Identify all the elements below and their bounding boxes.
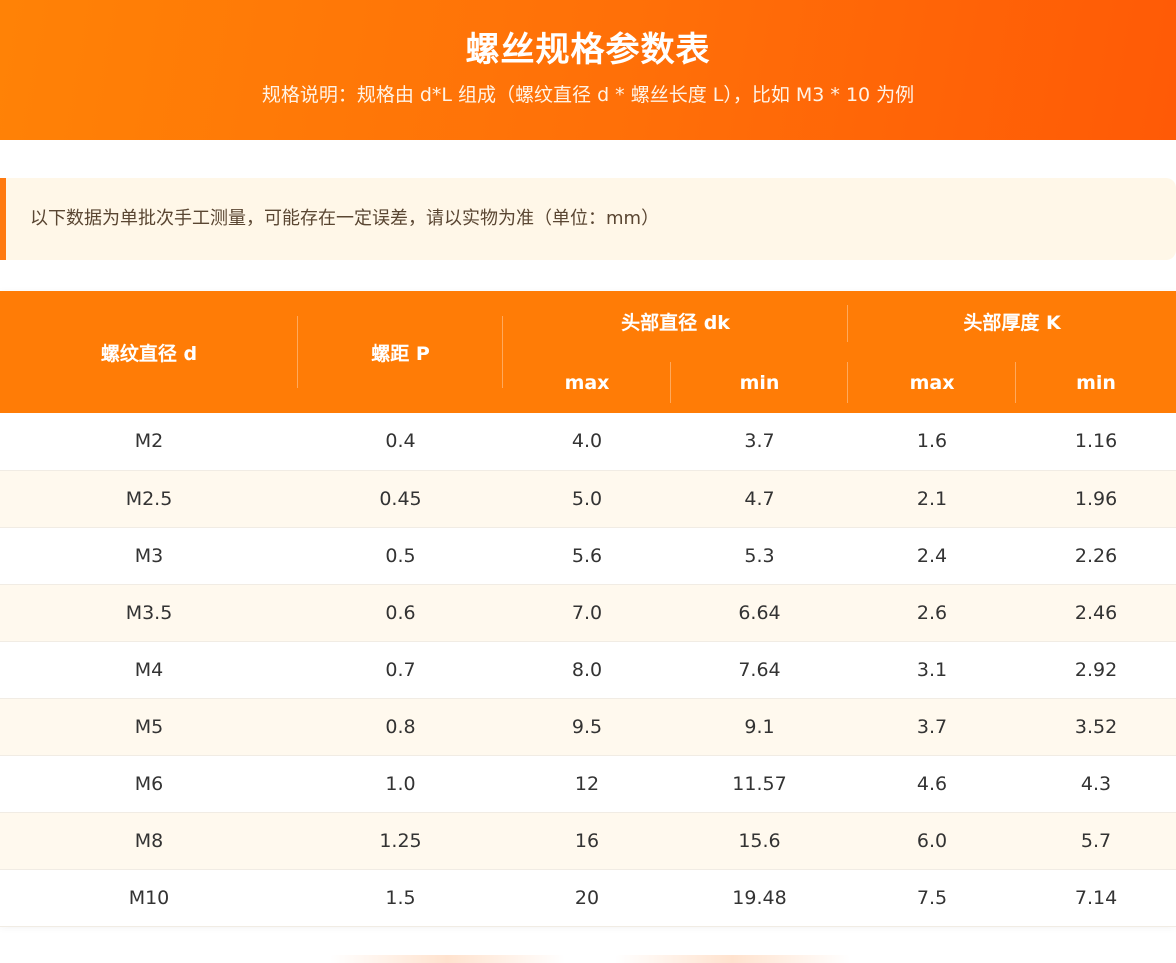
- cell-dk-max: 5.6: [503, 527, 671, 585]
- cell-k-max: 3.7: [848, 698, 1017, 756]
- cell-thread-diameter: M3.5: [0, 584, 298, 642]
- cell-pitch: 1.25: [298, 812, 503, 870]
- header-k-min: min: [1016, 352, 1176, 413]
- table-row: M8 1.25 16 15.6 6.0 5.7: [0, 812, 1176, 870]
- cell-pitch: 0.45: [298, 470, 503, 528]
- cell-k-max: 2.1: [848, 470, 1017, 528]
- page-subtitle: 规格说明：规格由 d*L 组成（螺纹直径 d * 螺丝长度 L），比如 M3 *…: [261, 84, 915, 106]
- header-head-thickness-label: 头部厚度 K: [963, 312, 1061, 334]
- measurement-notice: 以下数据为单批次手工测量，可能存在一定误差，请以实物为准（单位：mm）: [0, 178, 1176, 260]
- cell-k-min: 4.3: [1016, 755, 1176, 813]
- page-title: 螺丝规格参数表: [465, 30, 711, 70]
- table-row: M10 1.5 20 19.48 7.5 7.14: [0, 869, 1176, 927]
- table-row: M3 0.5 5.6 5.3 2.4 2.26: [0, 527, 1176, 585]
- cell-k-min: 2.92: [1016, 641, 1176, 699]
- cell-thread-diameter: M8: [0, 812, 298, 870]
- header-k-max: max: [848, 352, 1017, 413]
- cell-pitch: 0.4: [298, 413, 503, 471]
- cell-dk-max: 16: [503, 812, 671, 870]
- spec-table-body: M2 0.4 4.0 3.7 1.6 1.16 M2.5 0.45 5.0 4.…: [0, 413, 1176, 927]
- cell-k-min: 2.26: [1016, 527, 1176, 585]
- cell-pitch: 1.0: [298, 755, 503, 813]
- cell-k-min: 1.96: [1016, 470, 1176, 528]
- cell-dk-max: 7.0: [503, 584, 671, 642]
- header-k-min-label: min: [1076, 371, 1116, 394]
- cell-k-min: 1.16: [1016, 413, 1176, 471]
- table-row: M4 0.7 8.0 7.64 3.1 2.92: [0, 641, 1176, 699]
- header-head-diameter: 头部直径 dk: [503, 291, 849, 352]
- cell-thread-diameter: M10: [0, 869, 298, 927]
- cell-dk-min: 6.64: [671, 584, 849, 642]
- cell-k-min: 7.14: [1016, 869, 1176, 927]
- header-dk-max: max: [503, 352, 671, 413]
- decor-bar: [330, 955, 565, 963]
- header-head-thickness: 头部厚度 K: [848, 291, 1176, 352]
- cell-dk-max: 5.0: [503, 470, 671, 528]
- cell-dk-min: 11.57: [671, 755, 849, 813]
- cell-dk-min: 15.6: [671, 812, 849, 870]
- cell-thread-diameter: M6: [0, 755, 298, 813]
- cell-dk-max: 8.0: [503, 641, 671, 699]
- spec-table: 螺纹直径 d 螺距 P 头部直径 dk 头部厚度 K max min max m…: [0, 291, 1176, 927]
- header-thread-diameter: 螺纹直径 d: [0, 291, 298, 413]
- cell-k-min: 3.52: [1016, 698, 1176, 756]
- cell-dk-min: 19.48: [671, 869, 849, 927]
- cell-dk-max: 4.0: [503, 413, 671, 471]
- cell-dk-min: 3.7: [671, 413, 849, 471]
- table-row: M6 1.0 12 11.57 4.6 4.3: [0, 755, 1176, 813]
- table-row: M5 0.8 9.5 9.1 3.7 3.52: [0, 698, 1176, 756]
- cell-dk-max: 20: [503, 869, 671, 927]
- header-pitch: 螺距 P: [298, 291, 503, 413]
- cell-dk-min: 9.1: [671, 698, 849, 756]
- spec-table-container: 螺纹直径 d 螺距 P 头部直径 dk 头部厚度 K max min max m…: [0, 291, 1176, 927]
- decor-bar: [615, 955, 850, 963]
- cell-k-max: 4.6: [848, 755, 1017, 813]
- table-row: M3.5 0.6 7.0 6.64 2.6 2.46: [0, 584, 1176, 642]
- header-k-max-label: max: [909, 371, 955, 394]
- cell-pitch: 0.5: [298, 527, 503, 585]
- spec-table-header: 螺纹直径 d 螺距 P 头部直径 dk 头部厚度 K max min max m…: [0, 291, 1176, 413]
- header-head-diameter-label: 头部直径 dk: [621, 312, 730, 334]
- cell-k-max: 1.6: [848, 413, 1017, 471]
- cell-k-max: 3.1: [848, 641, 1017, 699]
- cell-pitch: 0.7: [298, 641, 503, 699]
- cell-k-min: 5.7: [1016, 812, 1176, 870]
- cell-thread-diameter: M2.5: [0, 470, 298, 528]
- header-dk-min: min: [671, 352, 849, 413]
- bottom-decoration: [330, 955, 850, 963]
- cell-thread-diameter: M2: [0, 413, 298, 471]
- page-header: 螺丝规格参数表 规格说明：规格由 d*L 组成（螺纹直径 d * 螺丝长度 L）…: [0, 0, 1176, 140]
- cell-dk-min: 4.7: [671, 470, 849, 528]
- cell-k-min: 2.46: [1016, 584, 1176, 642]
- table-row: M2 0.4 4.0 3.7 1.6 1.16: [0, 413, 1176, 471]
- cell-thread-diameter: M5: [0, 698, 298, 756]
- cell-dk-max: 12: [503, 755, 671, 813]
- cell-k-max: 2.6: [848, 584, 1017, 642]
- cell-k-max: 6.0: [848, 812, 1017, 870]
- cell-dk-max: 9.5: [503, 698, 671, 756]
- table-row: M2.5 0.45 5.0 4.7 2.1 1.96: [0, 470, 1176, 528]
- cell-pitch: 1.5: [298, 869, 503, 927]
- cell-k-max: 2.4: [848, 527, 1017, 585]
- cell-pitch: 0.8: [298, 698, 503, 756]
- cell-thread-diameter: M4: [0, 641, 298, 699]
- header-dk-max-label: max: [564, 371, 610, 394]
- cell-dk-min: 5.3: [671, 527, 849, 585]
- header-dk-min-label: min: [739, 371, 780, 394]
- cell-k-max: 7.5: [848, 869, 1017, 927]
- cell-thread-diameter: M3: [0, 527, 298, 585]
- header-thread-diameter-label: 螺纹直径 d: [100, 342, 198, 365]
- header-pitch-label: 螺距 P: [371, 342, 430, 365]
- cell-pitch: 0.6: [298, 584, 503, 642]
- cell-dk-min: 7.64: [671, 641, 849, 699]
